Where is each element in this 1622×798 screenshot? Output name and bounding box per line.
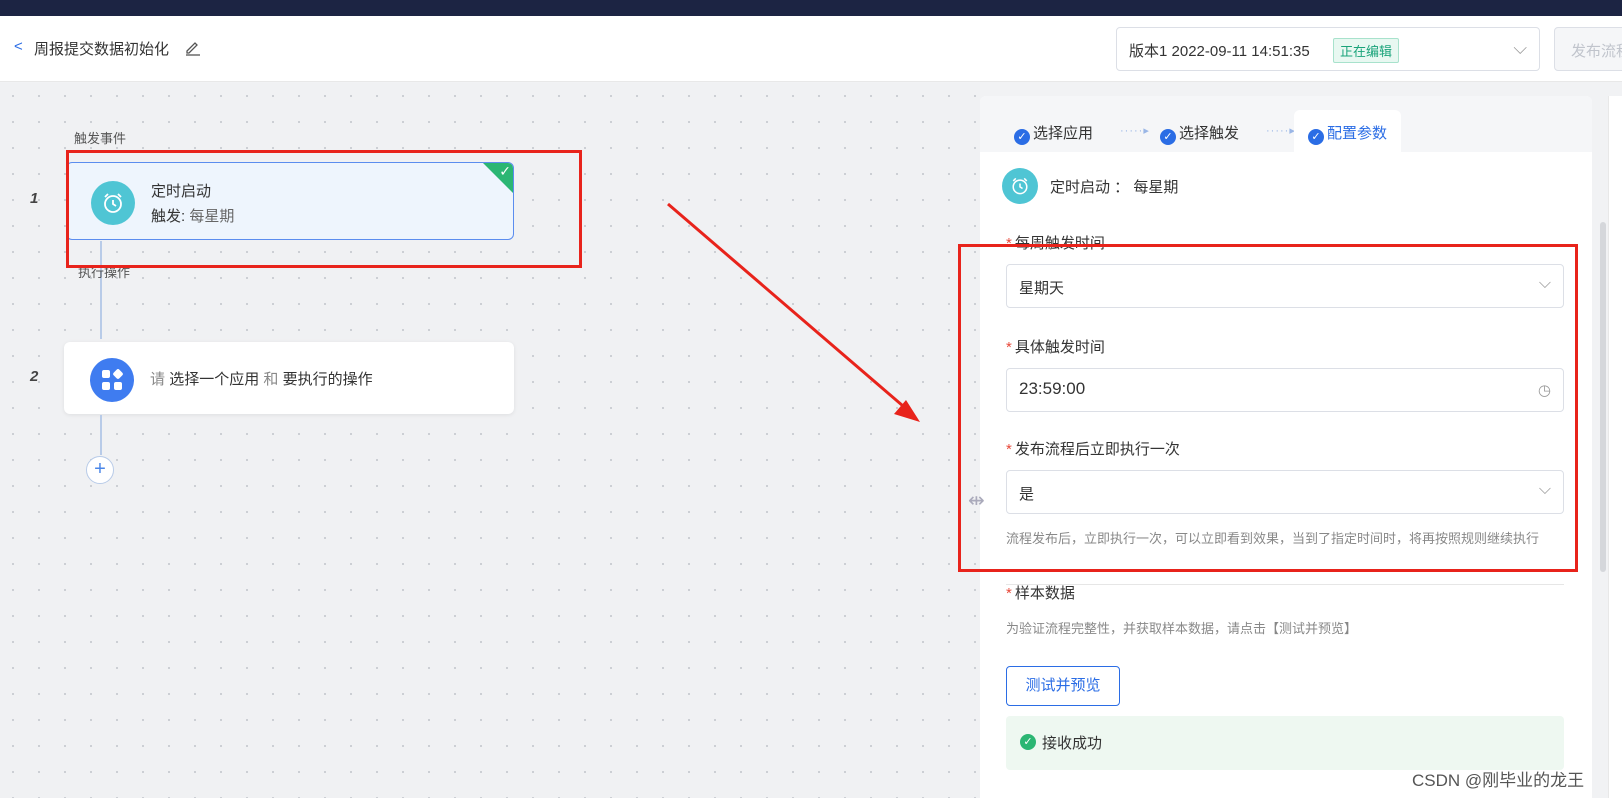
field-label-text: 发布流程后立即执行一次 <box>1014 441 1180 458</box>
test-preview-button[interactable]: 测试并预览 <box>1006 666 1120 706</box>
run-now-hint: 流程发布后，立即执行一次，可以立即看到效果，当到了指定时间时，将再按照规则继续执… <box>1006 531 1540 546</box>
tab-select-app[interactable]: ✓ 选择应用 <box>1000 110 1107 152</box>
sample-label: * 样本数据 <box>1006 585 1075 602</box>
status-badge: 正在编辑 <box>1333 38 1400 63</box>
right-edge-panel <box>1608 96 1622 798</box>
trigger-summary: 定时启动 ： 每星期 <box>1050 179 1179 196</box>
apps-icon <box>90 358 134 402</box>
run-now-value: 是 <box>1019 486 1035 503</box>
step-tabs: ✓ 选择应用 ·····▸ ✓ 选择触发 ·····▸ ✓ 配置参数 <box>980 96 1592 152</box>
connector-line <box>100 415 102 455</box>
node-sub-value: 每星期 <box>189 208 235 225</box>
node-sub-prefix: 触发: <box>151 208 186 225</box>
add-step-button[interactable]: + <box>86 456 114 484</box>
text-part: 和 <box>263 371 279 388</box>
page-header: < 周报提交数据初始化 版本1 2022-09-11 14:51:35 正在编辑… <box>0 16 1622 82</box>
text-part: 要执行的操作 <box>282 371 373 388</box>
tab-label: 选择应用 <box>1033 125 1094 142</box>
time-label: * 具体触发时间 <box>1006 339 1105 356</box>
field-label-text: 具体触发时间 <box>1014 339 1105 356</box>
tab-select-trigger[interactable]: ✓ 选择触发 <box>1146 110 1253 152</box>
action-node-text: 请 选择一个应用 和 要执行的操作 <box>150 368 373 389</box>
alarm-clock-icon <box>1002 168 1038 204</box>
check-circle-icon: ✓ <box>1014 129 1030 145</box>
tab-label: 选择触发 <box>1179 125 1240 142</box>
weekday-value: 星期天 <box>1019 280 1065 297</box>
tab-config-params[interactable]: ✓ 配置参数 <box>1294 110 1402 152</box>
chevron-down-icon: ⌵ <box>1513 38 1527 58</box>
node-subtitle: 触发: 每星期 <box>151 205 234 226</box>
weekday-label: * 每周触发时间 <box>1006 235 1105 252</box>
check-circle-icon: ✓ <box>1020 734 1036 750</box>
node-index: 1 <box>30 190 39 207</box>
resize-handle-icon[interactable]: ⇹ <box>968 488 985 513</box>
tab-label: 配置参数 <box>1327 125 1388 142</box>
action-section-label: 执行操作 <box>78 265 131 280</box>
config-panel: ✓ 选择应用 ·····▸ ✓ 选择触发 ·····▸ ✓ 配置参数 定时启动 ： 每… <box>980 96 1592 798</box>
alarm-clock-icon <box>91 181 135 225</box>
text-part: 请 <box>150 371 166 388</box>
version-select[interactable]: 版本1 2022-09-11 14:51:35 正在编辑 ⌵ <box>1116 27 1540 71</box>
publish-button[interactable]: 发布流程 <box>1554 27 1622 71</box>
trigger-node[interactable]: 定时启动 触发: 每星期 ✓ <box>66 162 514 240</box>
text-part: 选择一个应用 <box>169 371 260 388</box>
chevron-down-icon: ⌵ <box>1538 481 1551 498</box>
chevron-down-icon: ⌵ <box>1538 275 1551 292</box>
top-bar <box>0 0 1622 16</box>
divider <box>1006 584 1564 585</box>
field-label-text: 每周触发时间 <box>1014 235 1105 252</box>
check-circle-icon: ✓ <box>1308 129 1324 145</box>
time-value: 23:59:00 <box>1019 379 1086 398</box>
watermark: CSDN @刚毕业的龙王 <box>1412 771 1585 790</box>
check-circle-icon: ✓ <box>1160 129 1176 145</box>
clock-icon: ◷ <box>1537 382 1551 399</box>
scrollbar[interactable] <box>1600 222 1606 572</box>
success-text: 接收成功 <box>1042 735 1103 752</box>
run-now-select[interactable]: 是 ⌵ <box>1006 470 1564 514</box>
version-text: 版本1 2022-09-11 14:51:35 <box>1129 43 1310 60</box>
run-now-label: * 发布流程后立即执行一次 <box>1006 441 1180 458</box>
connector-line <box>100 241 102 339</box>
check-icon: ✓ <box>499 163 511 179</box>
chevron-left-icon[interactable]: < <box>14 38 23 55</box>
success-alert: ✓ 接收成功 <box>1006 716 1564 770</box>
field-label-text: 样本数据 <box>1014 585 1075 602</box>
sample-hint: 为验证流程完整性，并获取样本数据，请点击【测试并预览】 <box>1006 621 1358 636</box>
weekday-select[interactable]: 星期天 ⌵ <box>1006 264 1564 308</box>
page-title: 周报提交数据初始化 <box>34 41 170 58</box>
time-picker[interactable]: 23:59:00 ◷ <box>1006 368 1564 412</box>
trigger-section-label: 触发事件 <box>74 131 127 146</box>
node-index: 2 <box>30 368 39 385</box>
pencil-icon[interactable] <box>184 38 202 56</box>
node-title: 定时启动 <box>151 183 212 200</box>
action-node[interactable]: 请 选择一个应用 和 要执行的操作 <box>64 342 514 414</box>
arrow-dots-icon: ·····▸ <box>1266 125 1296 137</box>
